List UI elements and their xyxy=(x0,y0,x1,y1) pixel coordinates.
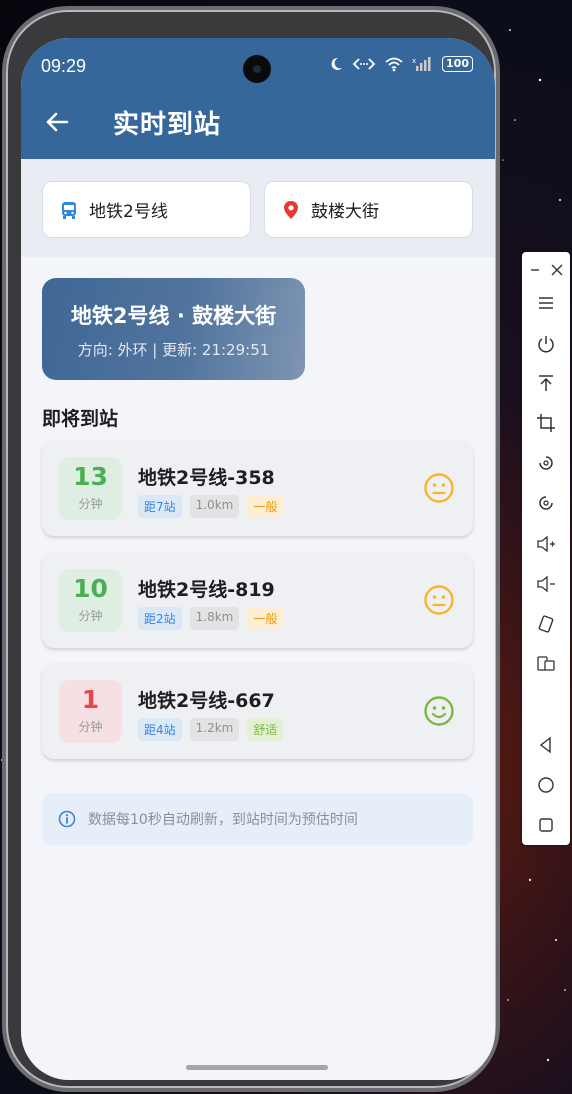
neutral-face-icon xyxy=(424,585,454,615)
eta-badge: 1 分钟 xyxy=(59,680,122,743)
info-icon xyxy=(58,810,76,828)
crowd-tag: 舒适 xyxy=(247,718,284,741)
eta-minutes: 1 xyxy=(81,685,100,714)
eta-minutes: 10 xyxy=(73,574,108,603)
eta-badge: 13 分钟 xyxy=(59,457,122,520)
nav-back-icon[interactable] xyxy=(536,735,556,755)
wifi-icon xyxy=(385,57,403,72)
stops-away-tag: 距2站 xyxy=(138,607,182,630)
moon-icon xyxy=(331,57,343,70)
distance-tag: 1.8km xyxy=(189,607,240,630)
signal-icon: x xyxy=(412,57,431,71)
volume-down-icon[interactable] xyxy=(536,574,556,594)
arrival-tags: 距2站 1.8km 一般 xyxy=(138,607,284,630)
line-selector-label: 地铁2号线 xyxy=(89,202,168,222)
arrival-card[interactable]: 10 分钟 地铁2号线-819 距2站 1.8km 一般 xyxy=(42,552,473,648)
route-subtitle: 方向: 外环 | 更新: 21:29:51 xyxy=(77,341,270,359)
crop-icon[interactable] xyxy=(536,413,556,433)
section-title: 即将到站 xyxy=(42,408,119,430)
crowd-tag: 一般 xyxy=(247,607,284,630)
app-screen: 09:29 x 100 实时到站 地铁2号线 鼓楼大街 地铁2号线 · 鼓楼大街… xyxy=(21,38,495,1080)
distance-tag: 1.0km xyxy=(189,495,240,518)
eta-unit: 分钟 xyxy=(78,609,103,623)
stops-away-tag: 距4站 xyxy=(138,718,182,741)
volume-up-icon[interactable] xyxy=(536,534,556,554)
emulator-toolbar xyxy=(522,252,570,845)
route-summary-card: 地铁2号线 · 鼓楼大街 方向: 外环 | 更新: 21:29:51 xyxy=(42,278,305,380)
battery-indicator: 100 xyxy=(442,56,473,72)
eta-unit: 分钟 xyxy=(78,720,103,734)
home-indicator[interactable] xyxy=(186,1065,328,1070)
arrival-tags: 距4站 1.2km 舒适 xyxy=(138,718,284,741)
vehicle-name: 地铁2号线-667 xyxy=(138,690,275,712)
vehicle-name: 地铁2号线-358 xyxy=(138,467,275,489)
route-title: 地铁2号线 · 鼓楼大街 xyxy=(70,304,277,328)
arrival-card[interactable]: 1 分钟 地铁2号线-667 距4站 1.2km 舒适 xyxy=(42,663,473,759)
eta-unit: 分钟 xyxy=(78,497,103,511)
arrival-card[interactable]: 13 分钟 地铁2号线-358 距7站 1.0km 一般 xyxy=(42,440,473,536)
crowd-tag: 一般 xyxy=(247,495,284,518)
page-title: 实时到站 xyxy=(113,110,222,140)
phone-frame: 09:29 x 100 实时到站 地铁2号线 鼓楼大街 地铁2号线 · 鼓楼大街… xyxy=(6,10,496,1088)
rotate-left-icon[interactable] xyxy=(536,453,556,473)
station-selector-label: 鼓楼大街 xyxy=(311,202,379,222)
app-header: 09:29 x 100 实时到站 xyxy=(21,38,495,159)
location-pin-icon xyxy=(284,200,298,219)
refresh-notice: 数据每10秒自动刷新，到站时间为预估时间 xyxy=(42,793,473,845)
stops-away-tag: 距7站 xyxy=(138,495,182,518)
upload-icon[interactable] xyxy=(536,373,556,393)
close-icon[interactable] xyxy=(550,260,564,280)
smile-face-icon xyxy=(424,696,454,726)
front-camera xyxy=(243,55,271,83)
rotate-right-icon[interactable] xyxy=(536,493,556,513)
screenshot-icon[interactable] xyxy=(536,653,556,673)
nav-recents-icon[interactable] xyxy=(536,815,556,835)
status-time: 09:29 xyxy=(41,56,87,76)
arrow-left-icon[interactable] xyxy=(43,108,71,136)
menu-icon[interactable] xyxy=(536,293,556,313)
svg-text:x: x xyxy=(412,57,416,65)
status-bar: 09:29 x 100 xyxy=(21,38,495,96)
eta-badge: 10 分钟 xyxy=(59,569,122,632)
neutral-face-icon xyxy=(424,473,454,503)
rotate-device-icon[interactable] xyxy=(536,614,556,634)
bus-icon xyxy=(62,201,76,219)
notice-text: 数据每10秒自动刷新，到站时间为预估时间 xyxy=(88,812,358,828)
minimize-icon[interactable] xyxy=(528,260,542,280)
line-selector[interactable]: 地铁2号线 xyxy=(42,181,251,238)
vehicle-name: 地铁2号线-819 xyxy=(138,579,275,601)
station-selector[interactable]: 鼓楼大街 xyxy=(264,181,473,238)
distance-tag: 1.2km xyxy=(189,718,240,741)
filter-bar: 地铁2号线 鼓楼大街 xyxy=(21,159,495,257)
data-transfer-icon xyxy=(352,58,376,70)
arrival-tags: 距7站 1.0km 一般 xyxy=(138,495,284,518)
power-icon[interactable] xyxy=(536,334,556,354)
status-icons: x 100 xyxy=(328,56,473,72)
nav-home-icon[interactable] xyxy=(536,775,556,795)
eta-minutes: 13 xyxy=(73,462,108,491)
